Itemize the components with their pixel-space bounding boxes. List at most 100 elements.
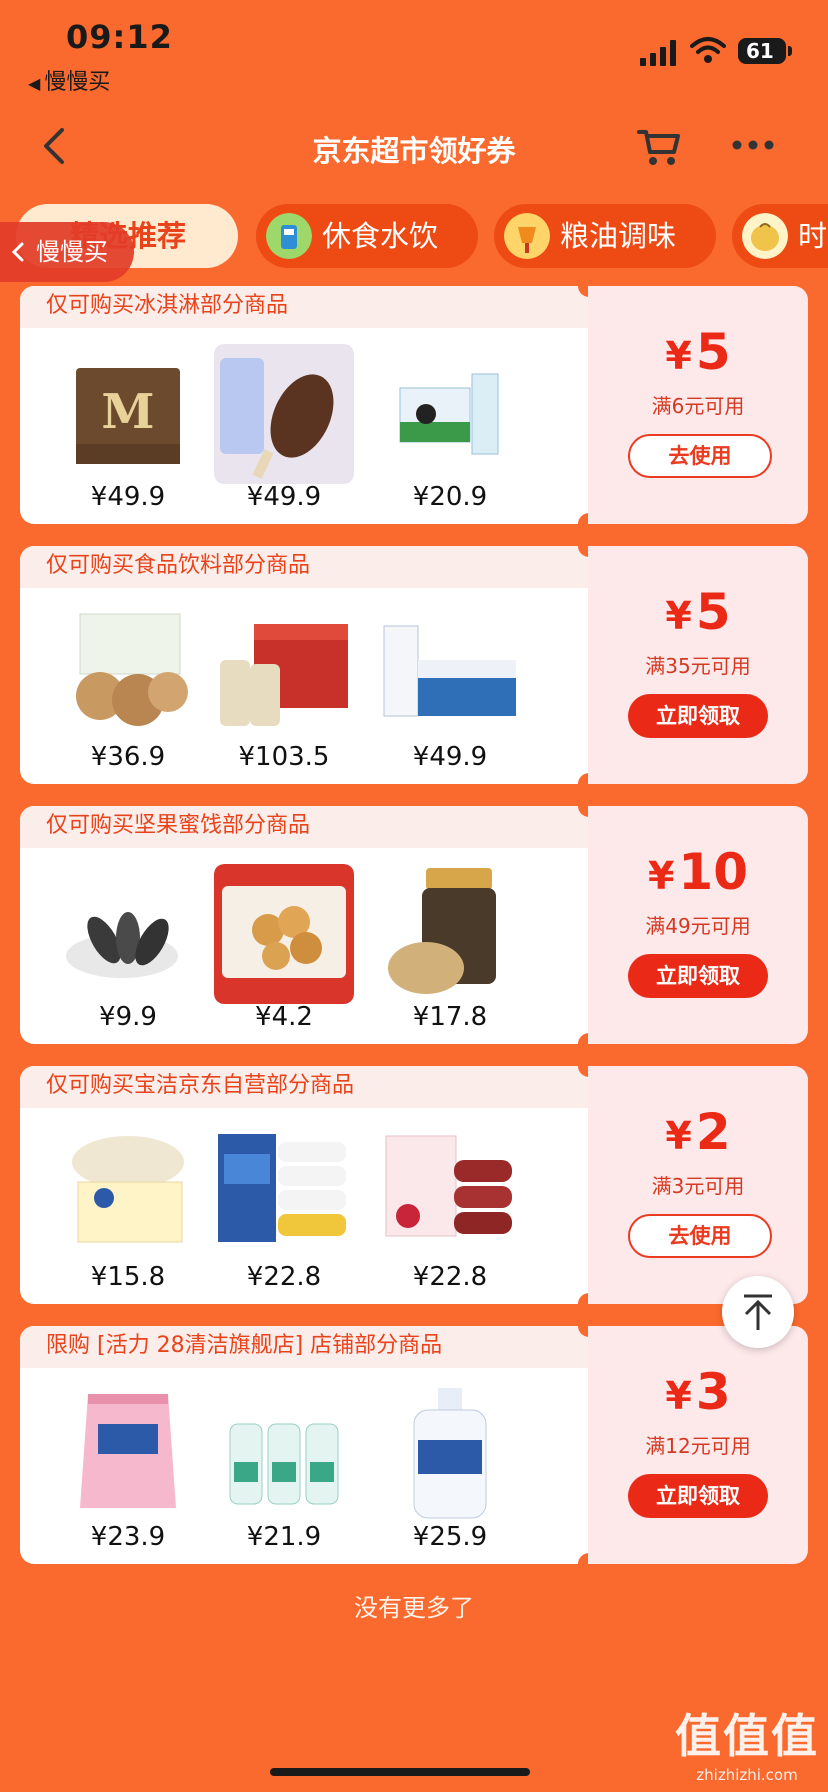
product-price: ¥49.9: [90, 482, 166, 512]
coupon-value-panel: ¥10 满49元可用 立即领取: [588, 806, 808, 1044]
product-price: ¥23.9: [90, 1522, 166, 1552]
back-triangle-icon: ◀: [28, 74, 41, 93]
yen-symbol: ¥: [665, 1114, 692, 1158]
use-coupon-button[interactable]: 去使用: [628, 434, 772, 478]
home-indicator[interactable]: [270, 1768, 530, 1776]
coupon-condition: 满35元可用: [645, 654, 751, 678]
yen-symbol: ¥: [665, 1374, 692, 1418]
coupon-card: 仅可购买坚果蜜饯部分商品 ¥9.9 ¥4.2 ¥17.8 ¥10 满49元可用 …: [20, 795, 808, 1055]
coupon-value-panel: ¥2 满3元可用 去使用: [588, 1066, 808, 1304]
pomegranate-soap-icon[interactable]: [380, 1124, 520, 1264]
nav-bar: 京东超市领好券: [0, 110, 828, 182]
magnum-ice-cream-icon[interactable]: M: [58, 344, 198, 484]
battery-icon: 61: [738, 38, 792, 64]
coupon-title: 限购 [活力 28清洁旗舰店] 店铺部分商品: [20, 1326, 588, 1368]
watermark-logo: 值值值 zhizhizhi.com: [674, 1700, 820, 1784]
coupon-amount-value: 2: [695, 1103, 731, 1161]
coupon-value-panel: ¥5 满35元可用 立即领取: [588, 546, 808, 784]
coupon-products: 仅可购买坚果蜜饯部分商品 ¥9.9 ¥4.2 ¥17.8: [20, 806, 588, 1044]
coupon-title: 仅可购买宝洁京东自营部分商品: [20, 1066, 588, 1108]
coupon-amount: ¥5: [588, 322, 808, 386]
watermark-text: 值值值: [675, 1709, 819, 1763]
coupon-title: 仅可购买食品饮料部分商品: [20, 546, 588, 588]
floating-back-chip[interactable]: 慢慢买: [0, 222, 134, 282]
coupon-amount: ¥2: [588, 1102, 808, 1166]
snack-drink-icon: [266, 213, 312, 259]
watermark-url: zhizhizhi.com: [696, 1766, 798, 1784]
product-price: ¥22.8: [412, 1262, 488, 1292]
coupon-amount-value: 5: [695, 583, 731, 641]
tab-label: 时: [798, 219, 828, 253]
status-bar: 09:12 ◀ 慢慢买 61: [0, 0, 828, 100]
product-price: ¥4.2: [255, 1002, 313, 1032]
yen-symbol: ¥: [647, 854, 675, 898]
coupon-card: 仅可购买宝洁京东自营部分商品 ¥15.8 ¥22.8 ¥22.8 ¥2 满3元可…: [20, 1055, 808, 1315]
coupon-condition: 满6元可用: [651, 394, 745, 418]
back-app-label: 慢慢买: [44, 70, 111, 95]
svg-text:M: M: [101, 384, 154, 440]
wifi-icon: [690, 37, 726, 63]
product-price: ¥49.9: [412, 742, 488, 772]
back-to-top-icon[interactable]: [722, 1276, 794, 1348]
ice-cream-bar-icon[interactable]: [214, 344, 354, 484]
coupon-card: 仅可购买食品饮料部分商品 ¥36.9 ¥103.5 ¥49.9 ¥5 满35元可…: [20, 535, 808, 795]
coupon-title: 仅可购买冰淇淋部分商品: [20, 286, 588, 328]
coupon-card: 仅可购买冰淇淋部分商品 M ¥49.9 ¥49.9 ¥20.9 ¥5 满6元可用…: [20, 275, 808, 535]
back-to-app-link[interactable]: ◀ 慢慢买: [28, 64, 110, 96]
more-options-icon[interactable]: [730, 130, 776, 160]
claim-coupon-button[interactable]: 立即领取: [628, 954, 768, 998]
milk-ice-pop-icon[interactable]: [380, 344, 520, 484]
soap-bar-icon[interactable]: [58, 1124, 198, 1264]
coupon-products: 仅可购买宝洁京东自营部分商品 ¥15.8 ¥22.8 ¥22.8: [20, 1066, 588, 1304]
sunflower-seeds-icon[interactable]: [58, 864, 198, 1004]
coupon-products: 仅可购买食品饮料部分商品 ¥36.9 ¥103.5 ¥49.9: [20, 546, 588, 784]
coupon-condition: 满49元可用: [645, 914, 751, 938]
status-time: 09:12: [66, 18, 173, 56]
walnut-icon[interactable]: [58, 604, 198, 744]
product-price: ¥25.9: [412, 1522, 488, 1552]
product-price: ¥36.9: [90, 742, 166, 772]
use-coupon-button[interactable]: 去使用: [628, 1214, 772, 1258]
product-price: ¥49.9: [246, 482, 322, 512]
coupon-amount: ¥5: [588, 582, 808, 646]
tab-label: 休食水饮: [322, 219, 439, 253]
coupon-title: 仅可购买坚果蜜饯部分商品: [20, 806, 588, 848]
milk-carton-icon[interactable]: [380, 604, 520, 744]
detergent-bag-icon[interactable]: [58, 1384, 198, 1524]
cellular-signal-icon: [640, 40, 678, 66]
coupon-amount-value: 10: [678, 843, 749, 901]
coupon-card: 限购 [活力 28清洁旗舰店] 店铺部分商品 ¥23.9 ¥21.9 ¥25.9…: [20, 1315, 808, 1575]
product-price: ¥9.9: [99, 1002, 157, 1032]
chickpea-jar-icon[interactable]: [380, 864, 520, 1004]
coupon-amount: ¥10: [588, 842, 808, 906]
claim-coupon-button[interactable]: 立即领取: [628, 694, 768, 738]
page-title: 京东超市领好券: [312, 134, 516, 168]
safeguard-soap-pack-icon[interactable]: [214, 1124, 354, 1264]
peanut-snack-icon[interactable]: [214, 864, 354, 1004]
claim-coupon-button[interactable]: 立即领取: [628, 1474, 768, 1518]
tab-grain-oil-seasoning[interactable]: 粮油调味: [494, 204, 716, 268]
coupon-amount: ¥3: [588, 1362, 808, 1426]
coupon-condition: 满12元可用: [645, 1434, 751, 1458]
chevron-left-icon: [11, 242, 24, 262]
product-price: ¥15.8: [90, 1262, 166, 1292]
yen-symbol: ¥: [665, 594, 692, 638]
hand-wash-bottle-icon[interactable]: [380, 1384, 520, 1524]
tab-fresh-fruit[interactable]: 时: [732, 204, 828, 268]
coupon-products: 限购 [活力 28清洁旗舰店] 店铺部分商品 ¥23.9 ¥21.9 ¥25.9: [20, 1326, 588, 1564]
product-price: ¥21.9: [246, 1522, 322, 1552]
product-price: ¥103.5: [238, 742, 330, 772]
tab-label: 粮油调味: [560, 219, 677, 253]
back-chip-label: 慢慢买: [36, 238, 108, 266]
product-price: ¥22.8: [246, 1262, 322, 1292]
yen-symbol: ¥: [665, 334, 692, 378]
cart-icon[interactable]: [636, 124, 682, 168]
coupon-amount-value: 5: [695, 323, 731, 381]
coupon-products: 仅可购买冰淇淋部分商品 M ¥49.9 ¥49.9 ¥20.9: [20, 286, 588, 524]
coupon-condition: 满3元可用: [651, 1174, 745, 1198]
product-price: ¥17.8: [412, 1002, 488, 1032]
spray-bottles-icon[interactable]: [214, 1384, 354, 1524]
milk-powder-gift-box-icon[interactable]: [214, 604, 354, 744]
end-of-list-text: 没有更多了: [354, 1594, 474, 1622]
tab-snacks-drinks[interactable]: 休食水饮: [256, 204, 478, 268]
